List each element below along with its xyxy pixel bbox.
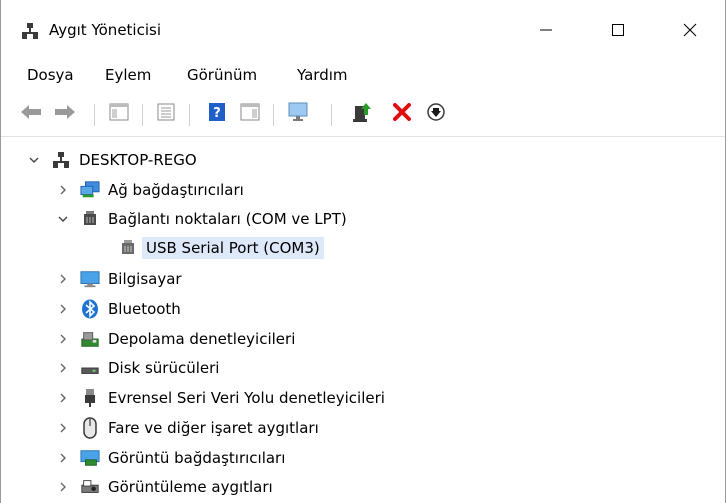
back-icon	[20, 104, 42, 124]
disable-device-icon	[426, 102, 446, 126]
tree-node[interactable]: Disk sürücüleri	[56, 353, 219, 382]
close-icon	[683, 22, 697, 41]
chevron-right-icon[interactable]	[56, 332, 70, 346]
computer-icon	[80, 269, 100, 289]
show-hide-console-tree-icon	[109, 103, 129, 125]
chevron-down-icon[interactable]	[27, 153, 41, 167]
toolbar-separator	[189, 104, 190, 126]
tree-node[interactable]: Görüntüleme aygıtları	[56, 472, 273, 501]
menu-file[interactable]: Dosya	[27, 66, 74, 84]
tree-node[interactable]: Bağlantı noktaları (COM ve LPT)	[56, 204, 347, 233]
scan-hardware-button[interactable]	[287, 101, 311, 127]
update-driver-icon	[352, 101, 372, 127]
disable-device-button[interactable]	[425, 103, 447, 125]
minimize-icon	[539, 22, 553, 41]
title-bar: Aygıt Yöneticisi	[1, 0, 725, 58]
network-adapter-icon	[80, 180, 100, 200]
menu-help[interactable]: Yardım	[297, 66, 348, 84]
port-icon	[118, 238, 138, 258]
tree-node[interactable]: Fare ve diğer işaret aygıtları	[56, 413, 319, 442]
tree-node[interactable]: Görüntü bağdaştırıcıları	[56, 443, 285, 472]
disk-drive-icon	[80, 358, 100, 378]
tree-node-child-selected[interactable]: USB Serial Port (COM3)	[118, 233, 324, 262]
menu-action[interactable]: Eylem	[105, 66, 151, 84]
properties-button[interactable]	[155, 103, 177, 125]
chevron-right-icon[interactable]	[56, 183, 70, 197]
update-driver-button[interactable]	[351, 103, 373, 125]
scan-hardware-icon	[287, 101, 311, 127]
menu-bar: Dosya Eylem Görünüm Yardım	[1, 58, 725, 92]
bluetooth-icon	[80, 299, 100, 319]
toolbar-separator	[94, 104, 95, 126]
chevron-right-icon[interactable]	[56, 302, 70, 316]
tree-node[interactable]: Evrensel Seri Veri Yolu denetleyicileri	[56, 383, 385, 412]
tree-node[interactable]: Bluetooth	[56, 294, 181, 323]
tree-node[interactable]: Bilgisayar	[56, 264, 182, 293]
properties-icon	[157, 103, 175, 125]
chevron-right-icon[interactable]	[56, 272, 70, 286]
device-tree: DESKTOP-REGO Ağ bağdaştırıcıları Bağlant…	[1, 137, 725, 503]
imaging-device-icon	[80, 477, 100, 497]
maximize-icon	[611, 22, 625, 41]
usb-icon	[80, 388, 100, 408]
maximize-button[interactable]	[595, 8, 641, 54]
display-adapter-icon	[80, 448, 100, 468]
tree-node[interactable]: Depolama denetleyicileri	[56, 324, 295, 353]
chevron-right-icon[interactable]	[56, 451, 70, 465]
chevron-right-icon[interactable]	[56, 361, 70, 375]
tree-node[interactable]: Ağ bağdaştırıcıları	[56, 175, 244, 204]
toolbar-separator	[273, 104, 274, 126]
uninstall-icon	[393, 103, 411, 125]
chevron-right-icon[interactable]	[56, 480, 70, 494]
chevron-right-icon[interactable]	[56, 421, 70, 435]
help-button[interactable]: ?	[206, 103, 228, 125]
uninstall-device-button[interactable]	[391, 103, 413, 125]
storage-controller-icon	[80, 329, 100, 349]
device-manager-icon	[21, 22, 39, 40]
tree-root-label: DESKTOP-REGO	[79, 150, 197, 169]
tree-root[interactable]: DESKTOP-REGO	[27, 145, 197, 174]
window-title: Aygıt Yöneticisi	[49, 21, 161, 39]
chevron-down-icon[interactable]	[56, 212, 70, 226]
computer-tree-icon	[51, 150, 71, 170]
toolbar-separator	[331, 104, 332, 126]
device-manager-window: Aygıt Yöneticisi Dosya Eylem Görünüm Yar…	[0, 0, 726, 503]
mouse-icon	[80, 416, 100, 439]
back-button[interactable]	[20, 103, 42, 125]
chevron-right-icon[interactable]	[56, 391, 70, 405]
action-pane-icon	[240, 103, 260, 125]
port-icon	[80, 209, 100, 229]
toolbar: ?	[1, 92, 725, 137]
forward-icon	[54, 104, 76, 124]
minimize-button[interactable]	[523, 8, 569, 54]
toolbar-separator	[142, 104, 143, 126]
action-pane-button[interactable]	[239, 103, 261, 125]
close-button[interactable]	[667, 8, 713, 54]
show-hide-console-tree-button[interactable]	[108, 103, 130, 125]
forward-button[interactable]	[54, 103, 76, 125]
help-icon: ?	[208, 102, 226, 126]
svg-text:?: ?	[213, 106, 221, 121]
menu-view[interactable]: Görünüm	[187, 66, 257, 84]
